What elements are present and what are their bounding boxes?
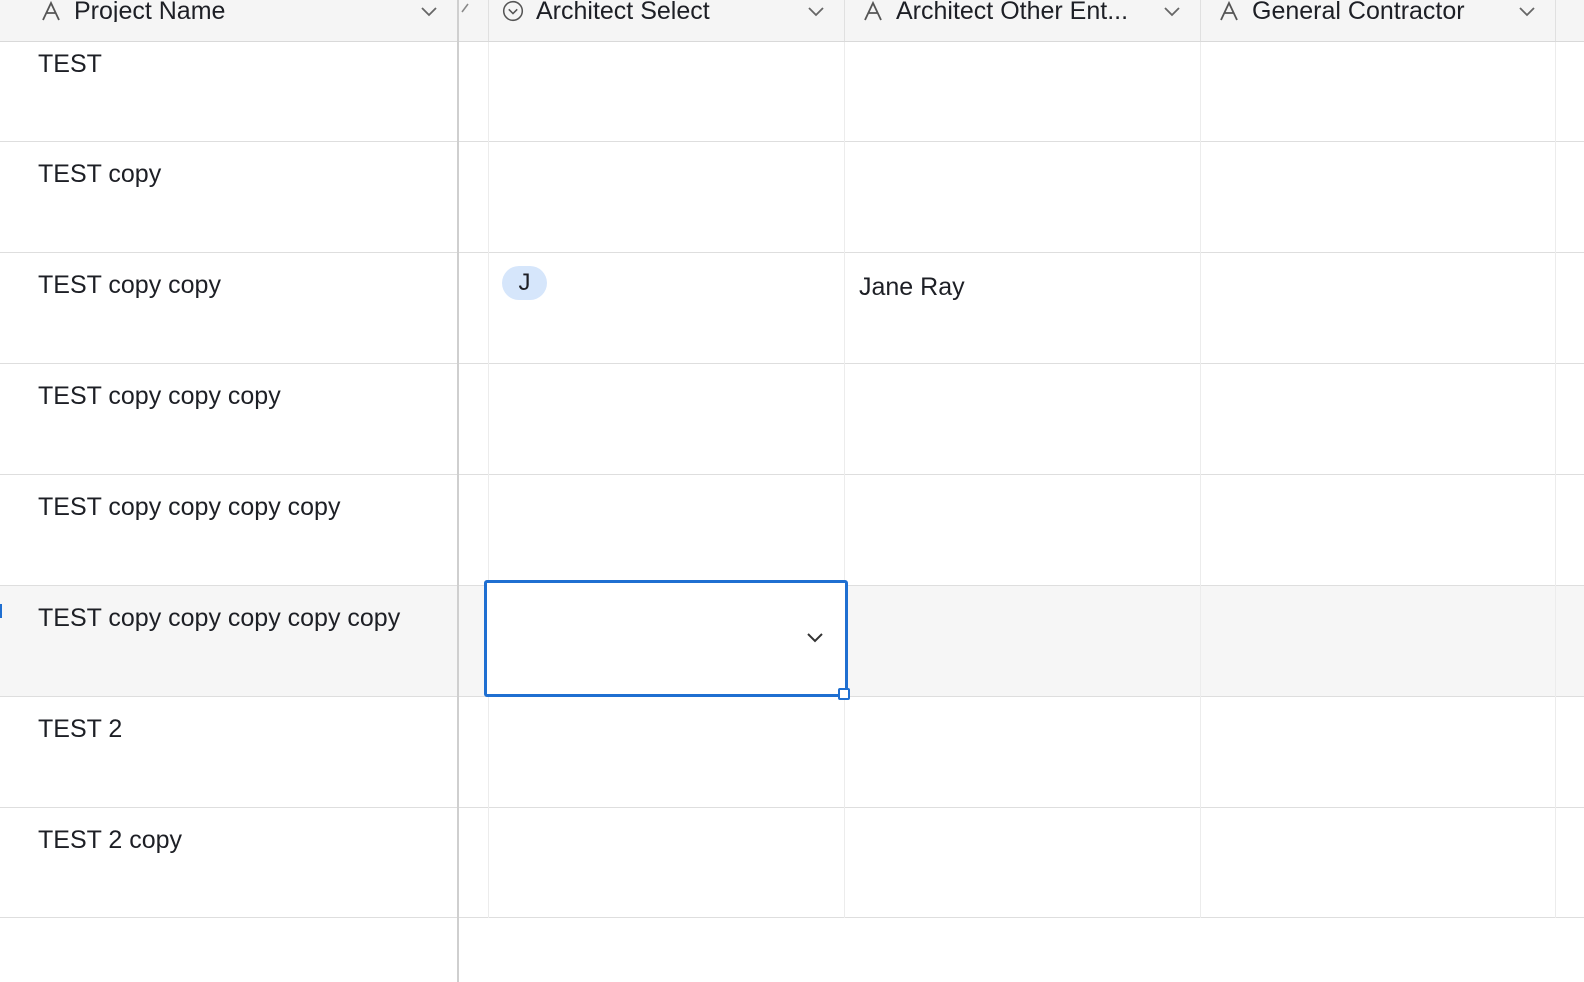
project-name-cell[interactable]: TEST copy copy (0, 253, 457, 364)
column-header-label: General Contractor (1252, 0, 1465, 22)
column-header-general-contractor[interactable]: General Contractor (1200, 0, 1556, 41)
column-header-architect-other[interactable]: Architect Other Ent... (844, 0, 1200, 41)
chevron-down-icon[interactable] (1162, 2, 1182, 27)
frozen-column-divider (457, 0, 459, 982)
active-cell-select-editor[interactable] (484, 580, 848, 697)
table-row[interactable]: TEST copy copy copy (0, 364, 1584, 475)
single-select-icon (502, 0, 524, 22)
data-grid: Project Name Architect Select Architect … (0, 0, 1584, 982)
architect-select-cell[interactable] (488, 142, 844, 253)
column-header-project-name[interactable]: Project Name (0, 0, 457, 41)
table-row[interactable]: TEST copy copy copy copy (0, 475, 1584, 586)
chevron-down-icon[interactable] (1517, 2, 1537, 27)
table-row[interactable]: TEST copy (0, 142, 1584, 253)
chevron-down-icon[interactable] (805, 628, 825, 653)
general-contractor-cell[interactable] (1200, 586, 1556, 697)
table-row[interactable]: TEST copy copy J Jane Ray (0, 253, 1584, 364)
table-row[interactable]: TEST 2 copy (0, 808, 1584, 918)
project-name-cell[interactable]: TEST copy (0, 142, 457, 253)
text-field-icon (1218, 0, 1240, 22)
architect-other-cell[interactable] (844, 586, 1200, 697)
general-contractor-cell[interactable] (1200, 808, 1556, 918)
grid-header: Project Name Architect Select Architect … (0, 0, 1584, 42)
fill-handle[interactable] (838, 688, 850, 700)
general-contractor-cell[interactable] (1200, 253, 1556, 364)
architect-select-cell[interactable] (488, 697, 844, 808)
general-contractor-cell[interactable] (1200, 697, 1556, 808)
project-name-cell[interactable]: TEST copy copy copy (0, 364, 457, 475)
table-row[interactable]: TEST (0, 42, 1584, 142)
general-contractor-cell[interactable] (1200, 142, 1556, 253)
architect-other-cell[interactable] (844, 697, 1200, 808)
architect-other-cell[interactable] (844, 142, 1200, 253)
column-resize-handle[interactable] (459, 0, 488, 41)
general-contractor-cell[interactable] (1200, 42, 1556, 142)
selected-row-marker (0, 604, 2, 618)
column-header-label: Project Name (74, 0, 226, 22)
project-name-cell[interactable]: TEST 2 copy (0, 808, 457, 918)
project-name-cell[interactable]: TEST 2 (0, 697, 457, 808)
architect-other-cell[interactable] (844, 475, 1200, 586)
architect-select-cell[interactable] (488, 364, 844, 475)
column-header-architect-select[interactable]: Architect Select (488, 0, 844, 41)
project-name-cell[interactable]: TEST copy copy copy copy (0, 475, 457, 586)
project-name-cell[interactable]: TEST (0, 42, 457, 142)
text-field-icon (862, 0, 884, 22)
general-contractor-cell[interactable] (1200, 364, 1556, 475)
column-header-label: Architect Select (536, 0, 710, 22)
text-field-icon (40, 0, 62, 22)
general-contractor-cell[interactable] (1200, 475, 1556, 586)
architect-other-cell[interactable]: Jane Ray (844, 253, 1200, 364)
architect-other-cell[interactable] (844, 364, 1200, 475)
select-option-pill[interactable]: J (502, 266, 547, 300)
chevron-down-icon[interactable] (419, 2, 439, 27)
table-row[interactable]: TEST 2 (0, 697, 1584, 808)
column-header-label: Architect Other Ent... (896, 0, 1129, 22)
project-name-cell[interactable]: TEST copy copy copy copy copy (0, 586, 457, 697)
architect-select-cell[interactable] (488, 808, 844, 918)
architect-select-cell[interactable] (488, 475, 844, 586)
architect-other-cell[interactable] (844, 42, 1200, 142)
chevron-down-icon[interactable] (806, 2, 826, 27)
architect-select-cell[interactable] (488, 42, 844, 142)
architect-other-cell[interactable] (844, 808, 1200, 918)
architect-select-cell[interactable]: J (488, 253, 844, 364)
